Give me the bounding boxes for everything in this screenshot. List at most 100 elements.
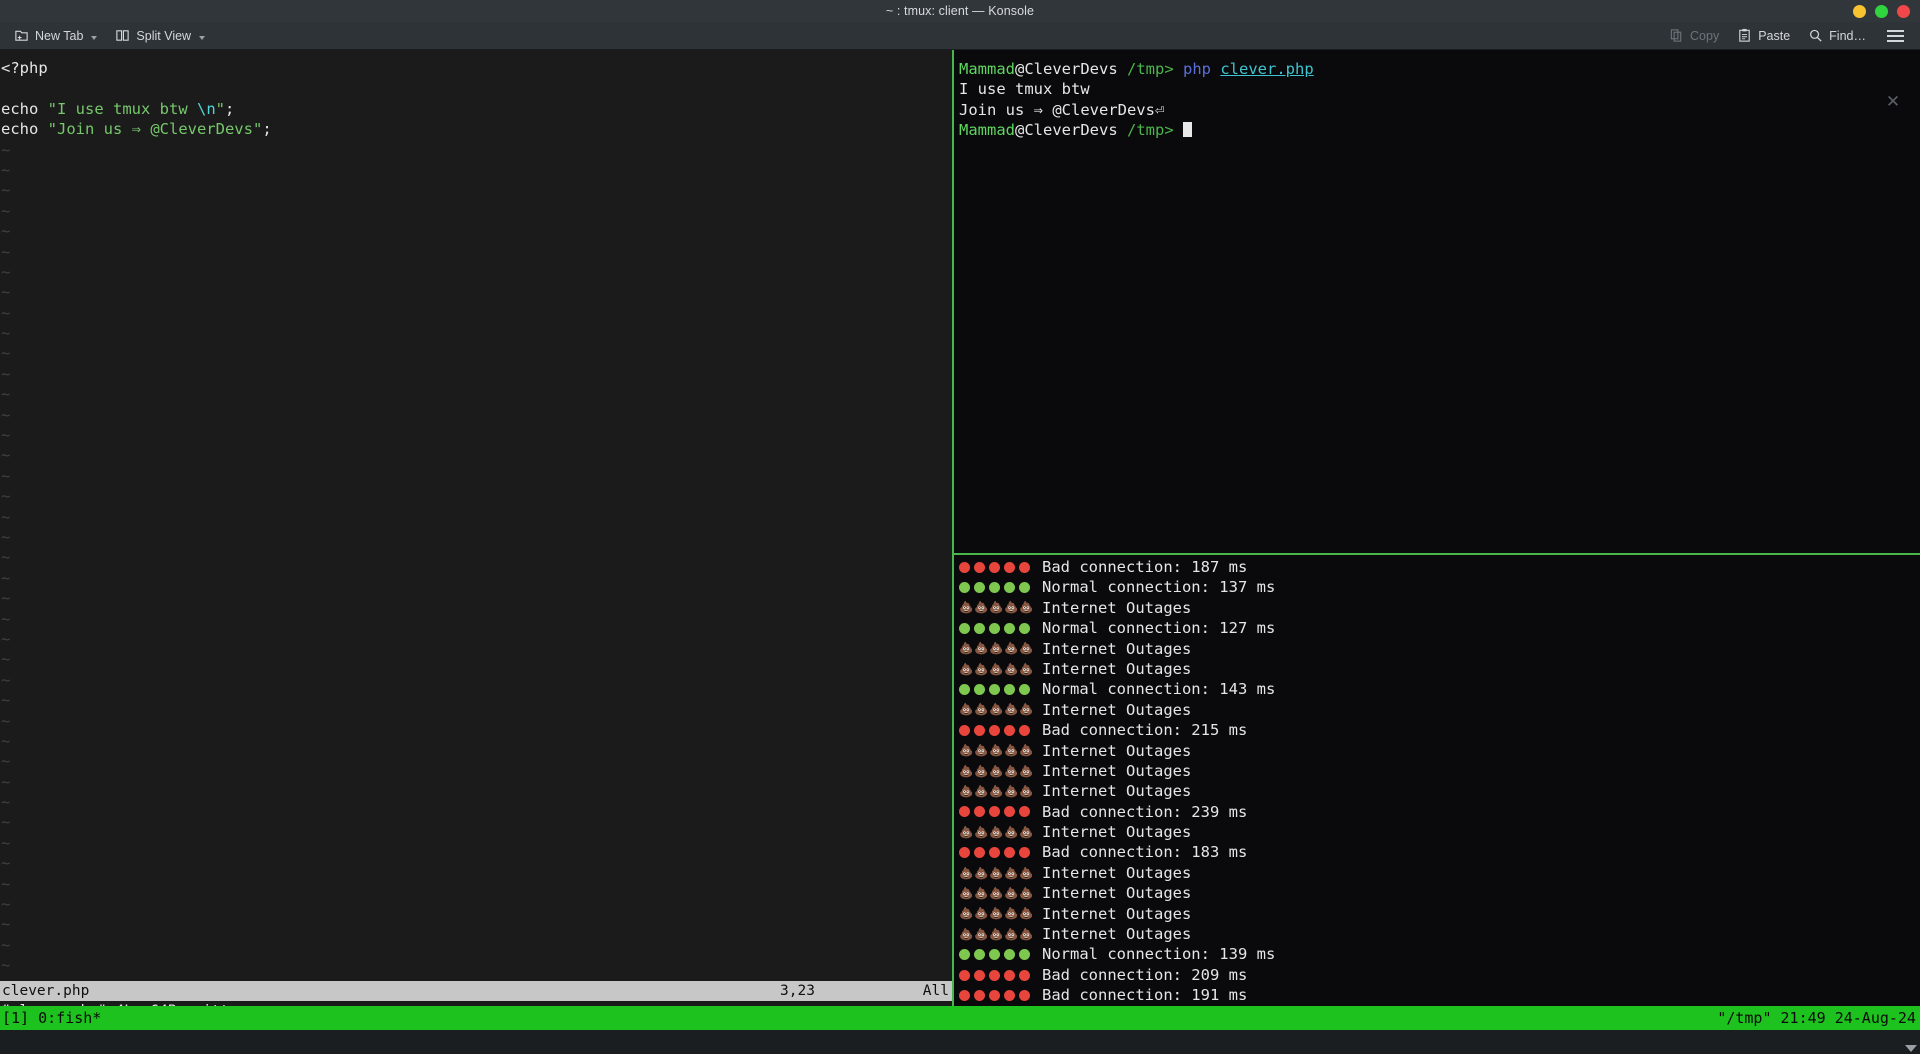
code-token: "I use tmux btw xyxy=(47,99,197,118)
find-label: Find… xyxy=(1829,28,1866,43)
vim-empty-line-marker: ~ xyxy=(1,487,11,506)
ping-row: Normal connection: 143 ms xyxy=(959,679,1275,699)
ping-label: Normal connection: 139 ms xyxy=(1042,945,1276,964)
code-token: echo xyxy=(1,99,48,118)
ping-status-indicators xyxy=(959,806,1037,818)
prompt-path: /tmp> xyxy=(1117,60,1174,78)
bad-connection-dot-icon xyxy=(1019,561,1030,573)
outage-icon: 💩 xyxy=(989,661,1004,676)
outage-icon: 💩 xyxy=(989,824,1004,839)
ping-label: Internet Outages xyxy=(1042,741,1192,760)
vim-empty-line-marker: ~ xyxy=(1,527,11,546)
bad-connection-dot-icon xyxy=(959,989,970,1001)
normal-connection-dot-icon xyxy=(1004,684,1015,696)
ping-status-indicators: 💩 💩 💩 💩 💩 xyxy=(959,926,1037,941)
menu-button[interactable] xyxy=(1875,29,1916,42)
tmux-window-list[interactable]: [1] 0:fish* xyxy=(2,1006,101,1030)
outage-icon: 💩 xyxy=(1004,824,1019,839)
ping-label: Bad connection: 239 ms xyxy=(1042,802,1248,821)
minimize-button[interactable] xyxy=(1853,4,1866,18)
ping-status-indicators: 💩 💩 💩 💩 💩 xyxy=(959,885,1037,900)
vim-editor-pane[interactable]: <?php echo "I use tmux btw \n"; echo "Joi… xyxy=(0,50,952,1030)
normal-connection-dot-icon xyxy=(1004,949,1015,961)
outage-icon: 💩 xyxy=(1004,926,1019,941)
vim-empty-line-marker: ~ xyxy=(1,772,11,791)
split-view-icon xyxy=(115,28,130,43)
vim-empty-line-marker: ~ xyxy=(1,324,11,343)
vim-empty-line-marker: ~ xyxy=(1,344,11,363)
ping-label: Normal connection: 127 ms xyxy=(1042,619,1276,638)
vim-empty-line-marker: ~ xyxy=(1,201,11,220)
new-tab-chevron-down-icon[interactable] xyxy=(91,35,98,40)
hamburger-line xyxy=(1887,39,1904,42)
bad-connection-dot-icon xyxy=(959,847,970,859)
new-tab-button[interactable]: New Tab xyxy=(5,22,106,50)
vim-empty-line-marker: ~ xyxy=(1,283,11,302)
copy-button[interactable]: Copy xyxy=(1660,22,1728,50)
outage-icon: 💩 xyxy=(1019,743,1034,758)
bad-connection-dot-icon xyxy=(959,806,970,818)
vim-empty-line-marker: ~ xyxy=(1,650,11,669)
paste-button[interactable]: Paste xyxy=(1728,22,1799,50)
ping-label: Internet Outages xyxy=(1042,925,1192,944)
outage-icon: 💩 xyxy=(974,885,989,900)
outage-icon: 💩 xyxy=(974,763,989,778)
prompt-argument[interactable]: clever.php xyxy=(1220,60,1313,78)
ping-status-indicators xyxy=(959,989,1037,1001)
shell-output-line: I use tmux btw xyxy=(959,80,1090,99)
ping-status-indicators: 💩 💩 💩 💩 💩 xyxy=(959,763,1037,778)
outage-icon: 💩 xyxy=(959,763,974,778)
ping-row: Bad connection: 183 ms xyxy=(959,842,1275,862)
ping-monitor-pane[interactable]: Bad connection: 187 ms Normal connection:… xyxy=(954,555,1920,1030)
close-icon[interactable]: ✕ xyxy=(1884,93,1902,111)
paste-icon xyxy=(1737,28,1752,43)
ping-row: 💩 💩 💩 💩 💩 Internet Outages xyxy=(959,904,1275,924)
ping-label: Internet Outages xyxy=(1042,659,1192,678)
normal-connection-dot-icon xyxy=(1004,582,1015,594)
outage-icon: 💩 xyxy=(1004,641,1019,656)
normal-connection-dot-icon xyxy=(989,582,1000,594)
code-token: "Join us ⇒ @CleverDevs" xyxy=(47,120,263,139)
ping-status-indicators xyxy=(959,684,1037,696)
normal-connection-dot-icon xyxy=(989,622,1000,634)
ping-label: Bad connection: 187 ms xyxy=(1042,558,1248,576)
outage-icon: 💩 xyxy=(974,702,989,717)
outage-icon: 💩 xyxy=(1004,885,1019,900)
outage-icon: 💩 xyxy=(1004,865,1019,880)
ping-label: Internet Outages xyxy=(1042,639,1192,658)
outage-icon: 💩 xyxy=(974,743,989,758)
shell-output: Mammad@CleverDevs /tmp> php clever.php I… xyxy=(959,59,1314,141)
bad-connection-dot-icon xyxy=(959,724,970,736)
vim-empty-line-marker: ~ xyxy=(1,303,11,322)
outage-icon: 💩 xyxy=(989,885,1004,900)
normal-connection-dot-icon xyxy=(1019,949,1030,961)
search-icon xyxy=(1808,28,1823,43)
split-view-chevron-down-icon[interactable] xyxy=(199,35,206,40)
shell-pane[interactable]: Mammad@CleverDevs /tmp> php clever.php I… xyxy=(954,50,1920,553)
ping-label: Bad connection: 191 ms xyxy=(1042,986,1248,1005)
outage-icon: 💩 xyxy=(974,641,989,656)
vim-code-line: <?php xyxy=(0,58,952,78)
vim-buffer: <?php echo "I use tmux btw \n"; echo "Joi… xyxy=(0,58,952,1016)
tmux-status-bar: [1] 0:fish* "/tmp" 21:49 24-Aug-24 xyxy=(0,1006,1920,1030)
vim-empty-line-marker: ~ xyxy=(1,895,11,914)
prompt-user: Mammad xyxy=(959,60,1015,78)
ping-row: 💩 💩 💩 💩 💩 Internet Outages xyxy=(959,741,1275,761)
scroll-down-arrow-icon[interactable] xyxy=(1905,1045,1917,1052)
outage-icon: 💩 xyxy=(974,661,989,676)
close-button[interactable] xyxy=(1897,4,1910,18)
split-view-button[interactable]: Split View xyxy=(106,22,214,50)
bad-connection-dot-icon xyxy=(974,561,985,573)
outage-icon: 💩 xyxy=(974,865,989,880)
find-button[interactable]: Find… xyxy=(1799,22,1875,50)
ping-status-indicators: 💩 💩 💩 💩 💩 xyxy=(959,824,1037,839)
bad-connection-dot-icon xyxy=(989,806,1000,818)
bad-connection-dot-icon xyxy=(1004,969,1015,981)
maximize-button[interactable] xyxy=(1875,4,1888,18)
vim-filename: clever.php xyxy=(2,983,90,999)
outage-icon: 💩 xyxy=(974,906,989,921)
ping-row: 💩 💩 💩 💩 💩 Internet Outages xyxy=(959,883,1275,903)
window-controls xyxy=(1853,0,1910,22)
ping-label: Internet Outages xyxy=(1042,700,1192,719)
outage-icon: 💩 xyxy=(989,641,1004,656)
